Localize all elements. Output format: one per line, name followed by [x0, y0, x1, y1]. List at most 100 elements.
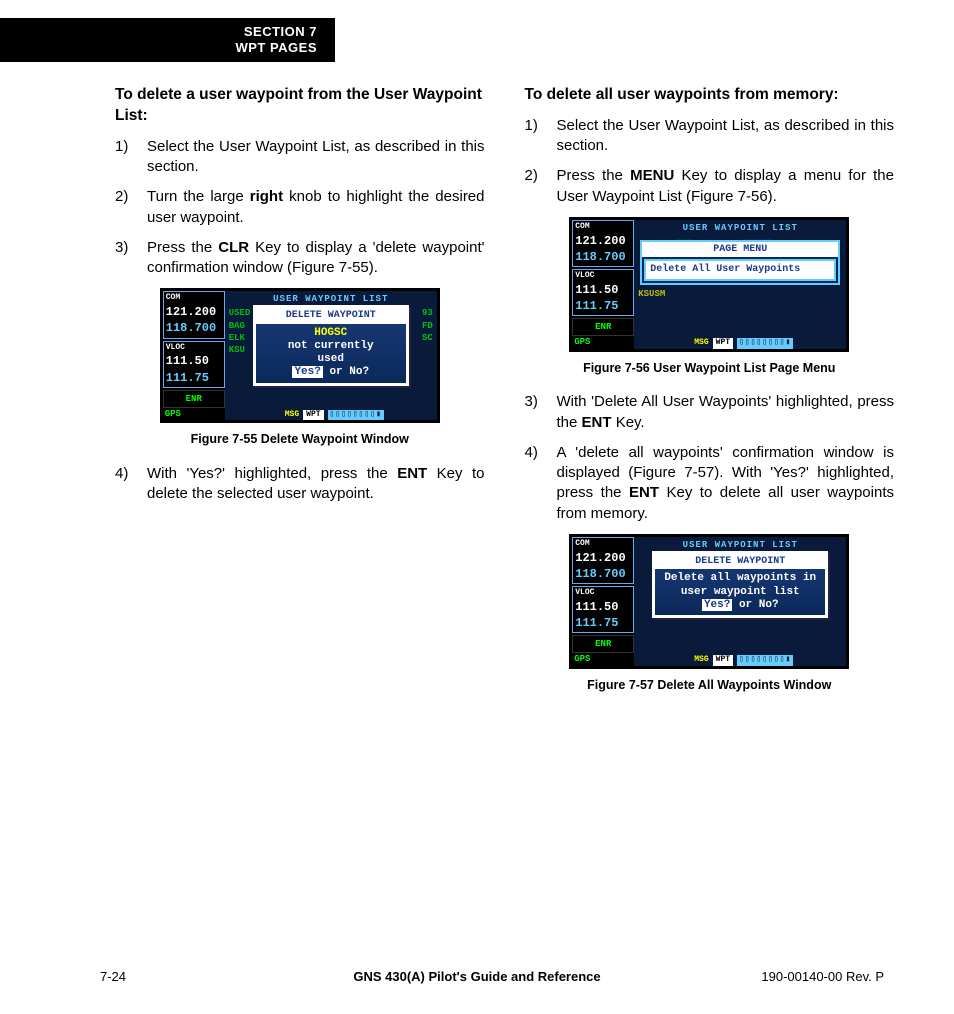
gps-label: GPS: [163, 408, 225, 420]
device-screen: USER WAYPOINT LIST DELETE WAYPOINT Delet…: [634, 537, 846, 666]
com-active-freq: 121.200: [166, 304, 222, 320]
page-content: To delete a user waypoint from the User …: [115, 85, 894, 709]
screen-bottom-bar: MSG WPT ▯▯▯▯▯▯▯▯▮: [634, 339, 846, 349]
page-indicator: ▯▯▯▯▯▯▯▯▮: [328, 410, 384, 420]
step-2: 2) Turn the large right knob to highligh…: [115, 187, 485, 228]
figure-7-55-device: COM 121.200 118.700 VLOC 111.50 111.75 E…: [160, 288, 440, 423]
waypoint-name: HOGSC: [262, 327, 400, 340]
vloc-standby-freq: 111.75: [575, 615, 631, 631]
dialog-title: DELETE WAYPOINT: [256, 308, 406, 324]
msg-indicator: MSG: [694, 655, 708, 665]
wpt-indicator: WPT: [713, 655, 733, 665]
figure-7-57-device: COM 121.200 118.700 VLOC 111.50 111.75 E…: [569, 534, 849, 669]
com-active-freq: 121.200: [575, 233, 631, 249]
enr-button[interactable]: ENR: [572, 635, 634, 653]
delete-waypoint-dialog: DELETE WAYPOINT HOGSC not currently used…: [253, 305, 409, 385]
dialog-line: not currently: [262, 340, 400, 353]
step-number: 2): [525, 166, 557, 207]
frequency-column: COM 121.200 118.700 VLOC 111.50 111.75 E…: [572, 220, 634, 349]
section-header: SECTION 7 WPT PAGES: [0, 18, 335, 62]
delete-all-dialog: DELETE WAYPOINT Delete all waypoints in …: [652, 551, 828, 618]
vloc-active-freq: 111.50: [166, 353, 222, 369]
figure-7-56-device: COM 121.200 118.700 VLOC 111.50 111.75 E…: [569, 217, 849, 352]
step-number: 1): [115, 137, 147, 178]
yes-button[interactable]: Yes?: [702, 599, 732, 611]
page-menu: PAGE MENU Delete All User Waypoints: [640, 240, 840, 285]
figure-7-57-caption: Figure 7-57 Delete All Waypoints Window: [525, 677, 895, 694]
step-text: Turn the large right knob to highlight t…: [147, 187, 485, 228]
left-column: To delete a user waypoint from the User …: [115, 85, 485, 709]
step-number: 4): [525, 443, 557, 524]
no-button[interactable]: No?: [759, 599, 779, 611]
vloc-active-freq: 111.50: [575, 282, 631, 298]
dialog-title: DELETE WAYPOINT: [655, 554, 825, 570]
right-steps-1: 1) Select the User Waypoint List, as des…: [525, 116, 895, 207]
com-standby-freq: 118.700: [166, 320, 222, 336]
footer-title: GNS 430(A) Pilot's Guide and Reference: [0, 968, 954, 986]
com-standby-freq: 118.700: [575, 566, 631, 582]
figure-7-56-caption: Figure 7-56 User Waypoint List Page Menu: [525, 360, 895, 377]
gps-label: GPS: [572, 336, 634, 348]
enr-button[interactable]: ENR: [572, 318, 634, 336]
device-screen: USER WAYPOINT LIST USED93 BAGFD ELKSC KS…: [225, 291, 437, 420]
wpt-indicator: WPT: [303, 410, 323, 420]
section-title: WPT PAGES: [18, 40, 317, 56]
dialog-line: Delete all waypoints in: [661, 572, 819, 585]
figure-7-55-caption: Figure 7-55 Delete Waypoint Window: [115, 431, 485, 448]
step-number: 4): [115, 464, 147, 505]
frequency-column: COM 121.200 118.700 VLOC 111.50 111.75 E…: [163, 291, 225, 420]
left-heading: To delete a user waypoint from the User …: [115, 85, 485, 127]
step-text: Select the User Waypoint List, as descri…: [557, 116, 895, 157]
confirm-row: Yes? or No?: [661, 599, 819, 612]
bg-waypoint: KSUSM: [634, 288, 669, 300]
wpt-indicator: WPT: [713, 338, 733, 348]
screen-bottom-bar: MSG WPT ▯▯▯▯▯▯▯▯▮: [225, 410, 437, 420]
com-active-freq: 121.200: [575, 550, 631, 566]
screen-bottom-bar: MSG WPT ▯▯▯▯▯▯▯▯▮: [634, 656, 846, 666]
step-3: 3) With 'Delete All User Waypoints' high…: [525, 392, 895, 433]
step-2: 2) Press the MENU Key to display a menu …: [525, 166, 895, 207]
step-number: 2): [115, 187, 147, 228]
page-indicator: ▯▯▯▯▯▯▯▯▮: [737, 655, 793, 665]
right-steps-2: 3) With 'Delete All User Waypoints' high…: [525, 392, 895, 524]
msg-indicator: MSG: [285, 410, 299, 420]
device-screen: USER WAYPOINT LIST USED 7 AVAIL 993 PAGE…: [634, 220, 846, 349]
right-heading: To delete all user waypoints from memory…: [525, 85, 895, 106]
vloc-label: VLOC: [166, 343, 222, 354]
page-indicator: ▯▯▯▯▯▯▯▯▮: [737, 338, 793, 348]
com-standby-freq: 118.700: [575, 249, 631, 265]
step-text: Press the CLR Key to display a 'delete w…: [147, 238, 485, 279]
no-button[interactable]: No?: [349, 366, 369, 378]
step-text: With 'Yes?' highlighted, press the ENT K…: [147, 464, 485, 505]
step-number: 3): [525, 392, 557, 433]
page-footer: 7-24 GNS 430(A) Pilot's Guide and Refere…: [0, 968, 954, 986]
section-number: SECTION 7: [18, 24, 317, 40]
dialog-line: user waypoint list: [661, 586, 819, 599]
step-number: 1): [525, 116, 557, 157]
step-text: Select the User Waypoint List, as descri…: [147, 137, 485, 178]
enr-button[interactable]: ENR: [163, 390, 225, 408]
vloc-active-freq: 111.50: [575, 599, 631, 615]
yes-button[interactable]: Yes?: [292, 366, 322, 378]
step-text: Press the MENU Key to display a menu for…: [557, 166, 895, 207]
screen-title: USER WAYPOINT LIST: [634, 220, 846, 236]
confirm-row: Yes? or No?: [262, 366, 400, 379]
com-label: COM: [166, 293, 222, 304]
step-number: 3): [115, 238, 147, 279]
msg-indicator: MSG: [694, 338, 708, 348]
menu-item-delete-all[interactable]: Delete All User Waypoints: [644, 259, 836, 281]
step-4: 4) A 'delete all waypoints' confirmation…: [525, 443, 895, 524]
step-1: 1) Select the User Waypoint List, as des…: [525, 116, 895, 157]
step-1: 1) Select the User Waypoint List, as des…: [115, 137, 485, 178]
step-4: 4) With 'Yes?' highlighted, press the EN…: [115, 464, 485, 505]
right-column: To delete all user waypoints from memory…: [525, 85, 895, 709]
vloc-standby-freq: 111.75: [575, 298, 631, 314]
vloc-standby-freq: 111.75: [166, 370, 222, 386]
gps-label: GPS: [572, 653, 634, 665]
page-menu-title: PAGE MENU: [642, 242, 838, 258]
step-text: A 'delete all waypoints' confirmation wi…: [557, 443, 895, 524]
left-steps: 1) Select the User Waypoint List, as des…: [115, 137, 485, 279]
frequency-column: COM 121.200 118.700 VLOC 111.50 111.75 E…: [572, 537, 634, 666]
step-3: 3) Press the CLR Key to display a 'delet…: [115, 238, 485, 279]
dialog-line: used: [262, 353, 400, 366]
